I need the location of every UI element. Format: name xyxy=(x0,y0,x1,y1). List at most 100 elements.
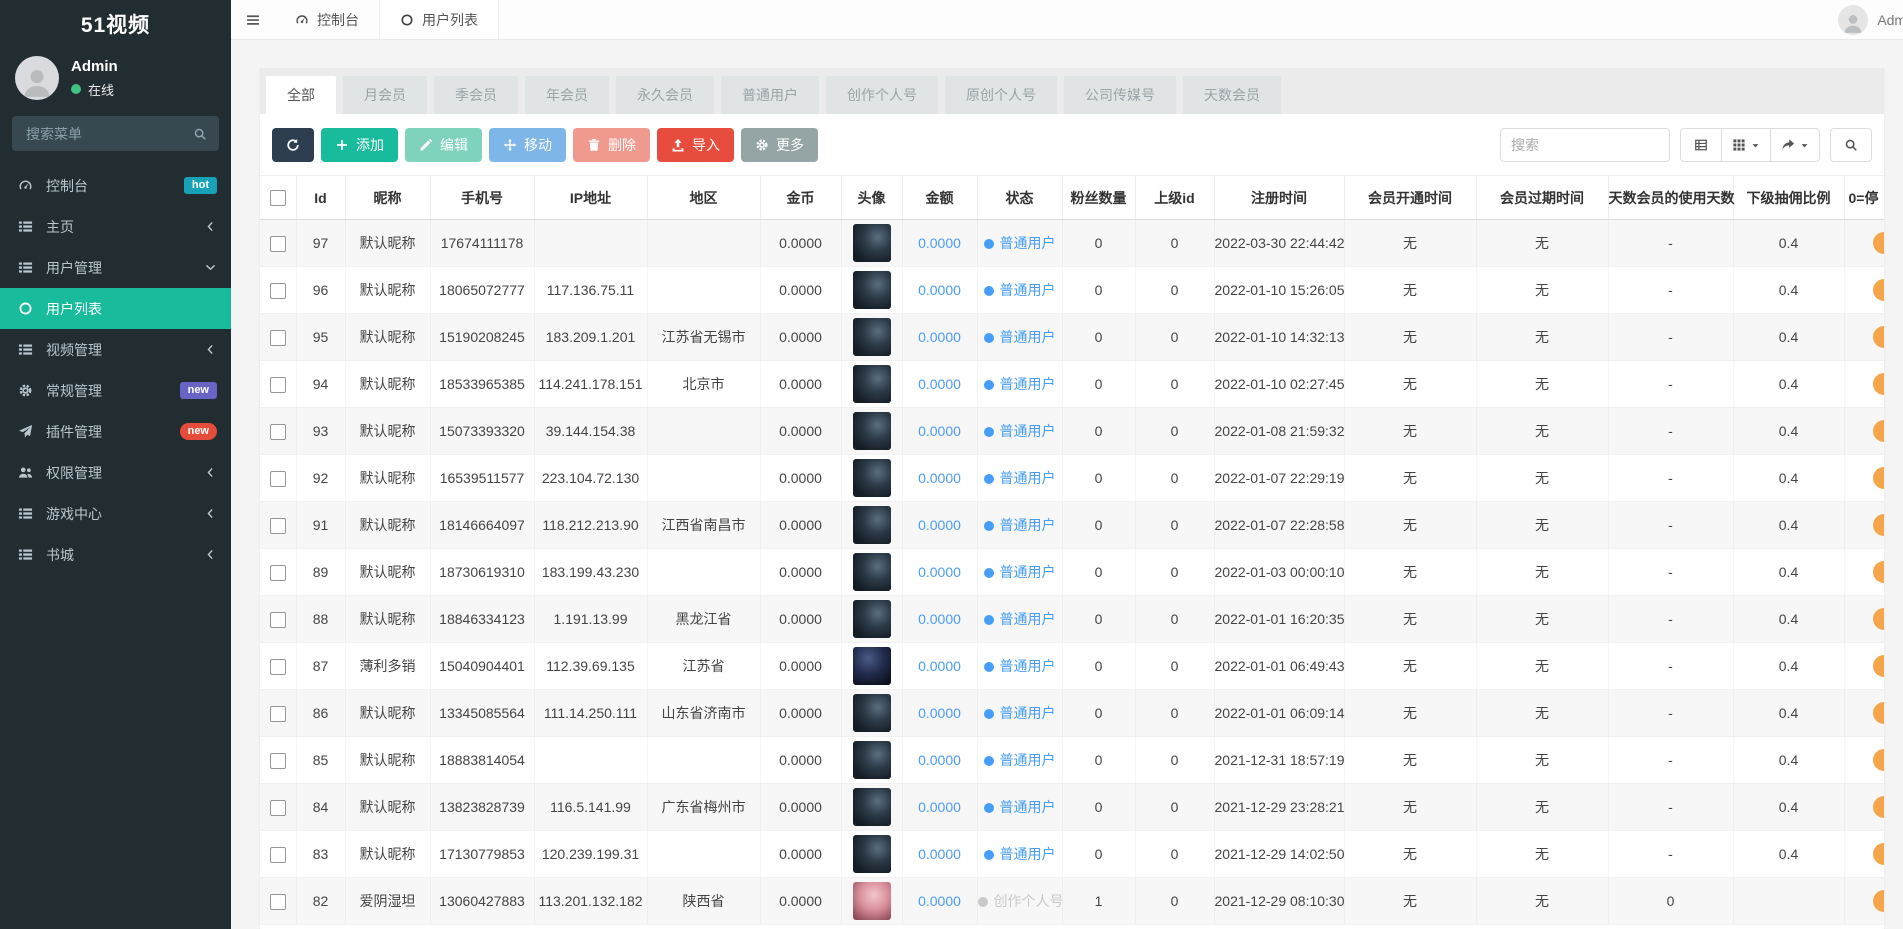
status-label[interactable]: 普通用户 xyxy=(1000,235,1056,251)
move-button[interactable]: 移动 xyxy=(489,128,566,162)
row-checkbox[interactable] xyxy=(270,565,286,581)
row-checkbox[interactable] xyxy=(270,847,286,863)
sidebar-item-用户列表[interactable]: 用户列表 xyxy=(0,288,231,329)
sidebar-toggle-button[interactable] xyxy=(231,0,275,40)
filter-tab-全部[interactable]: 全部 xyxy=(266,76,336,114)
search-icon[interactable] xyxy=(193,127,207,141)
edit-button[interactable]: 编辑 xyxy=(405,128,482,162)
status-label[interactable]: 普通用户 xyxy=(1000,517,1056,533)
cell-amount-link[interactable]: 0.0000 xyxy=(918,893,961,909)
row-checkbox[interactable] xyxy=(270,330,286,346)
row-checkbox[interactable] xyxy=(270,471,286,487)
refresh-button[interactable] xyxy=(272,128,314,162)
filter-tab-季会员[interactable]: 季会员 xyxy=(434,76,518,114)
status-toggle[interactable] xyxy=(1873,655,1885,677)
user-avatar-image[interactable] xyxy=(853,318,891,356)
status-toggle[interactable] xyxy=(1873,420,1885,442)
add-button[interactable]: 添加 xyxy=(321,128,398,162)
status-toggle[interactable] xyxy=(1873,514,1885,536)
sidebar-item-权限管理[interactable]: 权限管理 xyxy=(0,452,231,493)
filter-tab-月会员[interactable]: 月会员 xyxy=(343,76,427,114)
cell-amount-link[interactable]: 0.0000 xyxy=(918,752,961,768)
select-all-checkbox[interactable] xyxy=(270,190,286,206)
sidebar-item-控制台[interactable]: 控制台hot xyxy=(0,165,231,206)
status-toggle[interactable] xyxy=(1873,561,1885,583)
user-avatar-image[interactable] xyxy=(853,647,891,685)
status-label[interactable]: 普通用户 xyxy=(1000,376,1056,392)
sidebar-item-游戏中心[interactable]: 游戏中心 xyxy=(0,493,231,534)
cell-amount-link[interactable]: 0.0000 xyxy=(918,564,961,580)
status-toggle[interactable] xyxy=(1873,608,1885,630)
cell-amount-link[interactable]: 0.0000 xyxy=(918,470,961,486)
row-checkbox[interactable] xyxy=(270,706,286,722)
cell-amount-link[interactable]: 0.0000 xyxy=(918,799,961,815)
sidebar-item-主页[interactable]: 主页 xyxy=(0,206,231,247)
nav-tab-控制台[interactable]: 控制台 xyxy=(275,0,379,40)
status-toggle[interactable] xyxy=(1873,232,1885,254)
cell-amount-link[interactable]: 0.0000 xyxy=(918,423,961,439)
cell-amount-link[interactable]: 0.0000 xyxy=(918,611,961,627)
filter-tab-天数会员[interactable]: 天数会员 xyxy=(1183,76,1281,114)
user-avatar-image[interactable] xyxy=(853,224,891,262)
row-checkbox[interactable] xyxy=(270,236,286,252)
more-button[interactable]: 更多 xyxy=(741,128,818,162)
sidebar-item-视频管理[interactable]: 视频管理 xyxy=(0,329,231,370)
row-checkbox[interactable] xyxy=(270,753,286,769)
status-label[interactable]: 普通用户 xyxy=(1000,705,1056,721)
sidebar-item-插件管理[interactable]: 插件管理new xyxy=(0,411,231,452)
user-avatar-image[interactable] xyxy=(853,788,891,826)
status-toggle[interactable] xyxy=(1873,467,1885,489)
status-label[interactable]: 创作个人号 xyxy=(994,893,1064,909)
user-avatar-image[interactable] xyxy=(853,271,891,309)
columns-button[interactable] xyxy=(1721,128,1771,162)
status-label[interactable]: 普通用户 xyxy=(1000,470,1056,486)
status-label[interactable]: 普通用户 xyxy=(1000,329,1056,345)
navbar-user[interactable]: Admin xyxy=(1838,5,1903,35)
filter-tab-公司传媒号[interactable]: 公司传媒号 xyxy=(1064,76,1176,114)
status-toggle[interactable] xyxy=(1873,279,1885,301)
status-label[interactable]: 普通用户 xyxy=(1000,564,1056,580)
row-checkbox[interactable] xyxy=(270,800,286,816)
status-label[interactable]: 普通用户 xyxy=(1000,658,1056,674)
cell-amount-link[interactable]: 0.0000 xyxy=(918,329,961,345)
nav-tab-用户列表[interactable]: 用户列表 xyxy=(379,0,499,40)
filter-tab-普通用户[interactable]: 普通用户 xyxy=(721,76,819,114)
status-toggle[interactable] xyxy=(1873,796,1885,818)
status-toggle[interactable] xyxy=(1873,326,1885,348)
status-label[interactable]: 普通用户 xyxy=(1000,846,1056,862)
user-avatar-image[interactable] xyxy=(853,741,891,779)
user-avatar-image[interactable] xyxy=(853,835,891,873)
status-label[interactable]: 普通用户 xyxy=(1000,799,1056,815)
row-checkbox[interactable] xyxy=(270,377,286,393)
detail-view-button[interactable] xyxy=(1680,128,1722,162)
cell-amount-link[interactable]: 0.0000 xyxy=(918,282,961,298)
cell-amount-link[interactable]: 0.0000 xyxy=(918,846,961,862)
user-avatar-image[interactable] xyxy=(853,506,891,544)
menu-search-input[interactable] xyxy=(24,125,193,143)
filter-tab-原创个人号[interactable]: 原创个人号 xyxy=(945,76,1057,114)
status-label[interactable]: 普通用户 xyxy=(1000,423,1056,439)
user-avatar-image[interactable] xyxy=(853,459,891,497)
status-label[interactable]: 普通用户 xyxy=(1000,611,1056,627)
filter-tab-永久会员[interactable]: 永久会员 xyxy=(616,76,714,114)
user-avatar-image[interactable] xyxy=(853,365,891,403)
row-checkbox[interactable] xyxy=(270,518,286,534)
cell-amount-link[interactable]: 0.0000 xyxy=(918,235,961,251)
status-toggle[interactable] xyxy=(1873,843,1885,865)
user-avatar-image[interactable] xyxy=(853,600,891,638)
status-toggle[interactable] xyxy=(1873,890,1885,912)
cell-amount-link[interactable]: 0.0000 xyxy=(918,658,961,674)
row-checkbox[interactable] xyxy=(270,659,286,675)
table-search-input[interactable] xyxy=(1500,128,1670,162)
sidebar-item-常规管理[interactable]: 常规管理new xyxy=(0,370,231,411)
cell-amount-link[interactable]: 0.0000 xyxy=(918,376,961,392)
export-button[interactable] xyxy=(1770,128,1820,162)
user-avatar-image[interactable] xyxy=(853,553,891,591)
user-avatar-image[interactable] xyxy=(853,882,891,920)
import-button[interactable]: 导入 xyxy=(657,128,734,162)
search-button[interactable] xyxy=(1830,128,1872,162)
user-avatar-image[interactable] xyxy=(853,694,891,732)
status-toggle[interactable] xyxy=(1873,373,1885,395)
filter-tab-年会员[interactable]: 年会员 xyxy=(525,76,609,114)
sidebar-item-用户管理[interactable]: 用户管理 xyxy=(0,247,231,288)
